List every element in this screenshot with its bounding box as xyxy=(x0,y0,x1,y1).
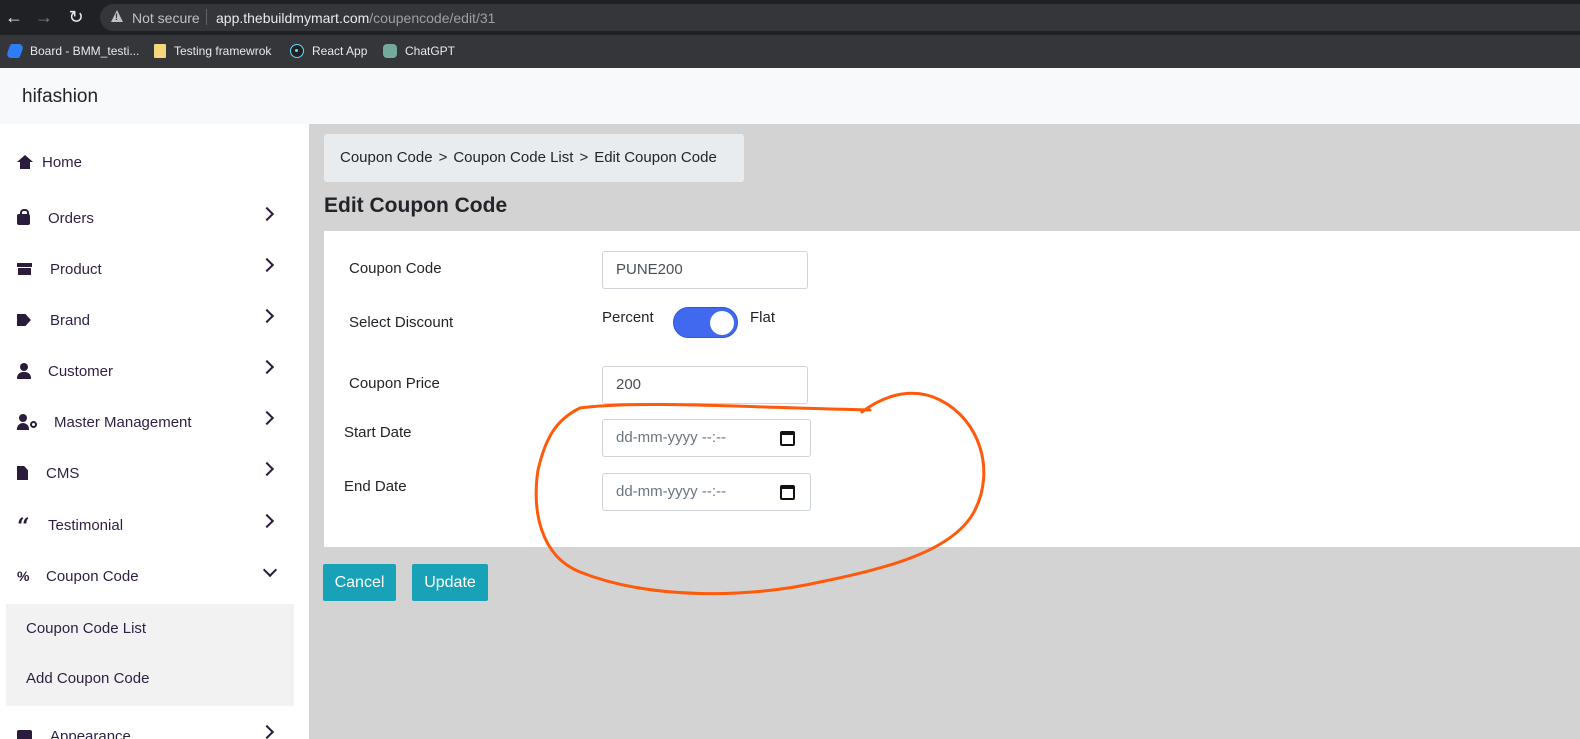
sidebar-item-home[interactable]: Home xyxy=(0,142,300,182)
security-indicator[interactable]: Not secure xyxy=(132,10,200,26)
reload-icon[interactable]: ↻ xyxy=(66,7,86,27)
chevron-down-icon xyxy=(262,562,278,578)
bookmarks-bar: Board - BMM_testi... Testing framewrok R… xyxy=(0,35,1580,68)
forward-arrow-icon[interactable]: → xyxy=(34,7,54,27)
start-date-input[interactable]: dd-mm-yyyy --:-- xyxy=(602,419,811,457)
percent-icon: % xyxy=(17,568,30,584)
home-icon xyxy=(17,154,33,170)
chevron-right-icon xyxy=(259,461,275,477)
user-cog-icon xyxy=(17,414,37,430)
discount-flat-label: Flat xyxy=(750,309,776,326)
sidebar-item-cms[interactable]: CMS xyxy=(0,453,300,493)
end-date-input[interactable]: dd-mm-yyyy --:-- xyxy=(602,473,811,511)
submenu-item-add-coupon-code[interactable]: Add Coupon Code xyxy=(26,670,149,687)
chevron-right-icon xyxy=(259,206,275,222)
sidebar-item-appearance[interactable]: Appearance xyxy=(0,716,300,739)
breadcrumb-separator: > xyxy=(438,149,448,166)
browser-toolbar: ← → ↻ Not secure app.thebuildmymart.com/… xyxy=(0,0,1580,35)
discount-percent-label: Percent xyxy=(602,309,654,326)
sidebar: Home Orders Product Brand Customer Maste… xyxy=(0,124,309,739)
submenu-item-coupon-code-list[interactable]: Coupon Code List xyxy=(26,620,146,637)
file-icon xyxy=(17,465,33,481)
quote-icon: “ xyxy=(17,514,30,540)
calendar-icon[interactable] xyxy=(780,485,795,500)
address-bar[interactable]: Not secure app.thebuildmymart.com/coupen… xyxy=(100,4,1580,31)
select-discount-label: Select Discount xyxy=(349,314,454,331)
bookmark-chatgpt[interactable]: ChatGPT xyxy=(383,42,455,60)
toggle-knob xyxy=(710,311,734,335)
discount-type-toggle[interactable] xyxy=(673,307,738,338)
start-date-label: Start Date xyxy=(344,424,412,441)
folder-icon xyxy=(154,44,166,58)
breadcrumb: Coupon Code > Coupon Code List > Edit Coupon… xyxy=(324,134,744,182)
coupon-code-input[interactable]: PUNE200 xyxy=(602,251,808,289)
bookmark-testing-framework[interactable]: Testing framewrok xyxy=(154,42,271,60)
sidebar-item-master-management[interactable]: Master Management xyxy=(0,402,300,442)
shopping-bag-icon xyxy=(17,209,33,226)
sidebar-item-coupon-code[interactable]: % Coupon Code xyxy=(0,556,300,596)
archive-box-icon xyxy=(17,261,33,277)
coupon-price-label: Coupon Price xyxy=(349,375,440,392)
bookmark-board[interactable]: Board - BMM_testi... xyxy=(5,42,139,60)
breadcrumb-separator: > xyxy=(579,149,589,166)
address-divider xyxy=(206,9,207,25)
warning-icon xyxy=(111,10,123,22)
coupon-price-input[interactable]: 200 xyxy=(602,366,808,404)
coupon-code-label: Coupon Code xyxy=(349,260,442,277)
sidebar-item-brand[interactable]: Brand xyxy=(0,300,300,340)
sidebar-item-testimonial[interactable]: “ Testimonial xyxy=(0,505,300,545)
tags-icon xyxy=(17,312,33,328)
chevron-right-icon xyxy=(259,724,275,739)
breadcrumb-coupon-code-list[interactable]: Coupon Code List xyxy=(453,149,573,166)
calendar-icon[interactable] xyxy=(780,431,795,446)
sidebar-item-customer[interactable]: Customer xyxy=(0,351,300,391)
sidebar-item-orders[interactable]: Orders xyxy=(0,198,300,238)
cancel-button[interactable]: Cancel xyxy=(323,564,396,601)
user-icon xyxy=(17,363,33,379)
brand-logo-text[interactable]: hifashion xyxy=(22,86,98,108)
sidebar-item-product[interactable]: Product xyxy=(0,249,300,289)
coupon-code-submenu: Coupon Code List Add Coupon Code xyxy=(6,604,294,706)
page-title: Edit Coupon Code xyxy=(324,194,508,217)
url-text[interactable]: app.thebuildmymart.com/coupencode/edit/3… xyxy=(216,10,495,26)
update-button[interactable]: Update xyxy=(412,564,488,601)
chevron-right-icon xyxy=(259,513,275,529)
board-app-icon xyxy=(5,44,25,58)
back-arrow-icon[interactable]: ← xyxy=(4,7,24,27)
chatgpt-logo-icon xyxy=(383,44,397,58)
chevron-right-icon xyxy=(259,410,275,426)
chevron-right-icon xyxy=(259,257,275,273)
breadcrumb-coupon-code[interactable]: Coupon Code xyxy=(340,149,433,166)
edit-coupon-form: Coupon Code PUNE200 Select Discount Perc… xyxy=(324,231,1580,547)
bookmark-react-app[interactable]: React App xyxy=(290,42,367,60)
chevron-right-icon xyxy=(259,359,275,375)
react-logo-icon xyxy=(290,44,304,58)
end-date-label: End Date xyxy=(344,478,407,495)
image-icon xyxy=(17,728,33,739)
chevron-right-icon xyxy=(259,308,275,324)
app-header: hifashion xyxy=(0,68,1580,124)
breadcrumb-edit-coupon-code: Edit Coupon Code xyxy=(594,149,717,166)
